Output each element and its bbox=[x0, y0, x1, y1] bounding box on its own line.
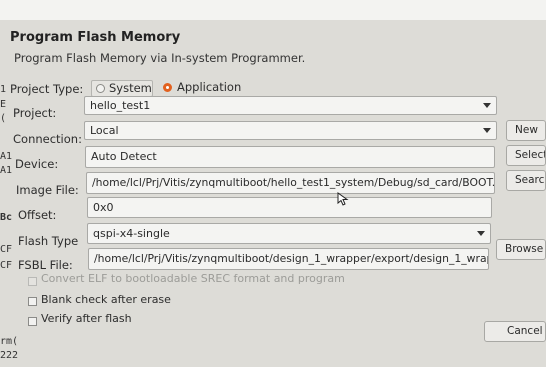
device-label: Device: bbox=[15, 157, 59, 171]
fsbl-file-label: FSBL File: bbox=[18, 258, 73, 272]
blank-check-checkbox[interactable] bbox=[28, 297, 37, 306]
background-fragment: A1 bbox=[0, 165, 13, 176]
flash-type-value: qspi-x4-single bbox=[93, 227, 170, 240]
dialog-title: Program Flash Memory bbox=[10, 30, 181, 45]
mouse-cursor-icon bbox=[337, 192, 349, 206]
dialog-subtitle: Program Flash Memory via In-system Progr… bbox=[14, 51, 306, 65]
background-fragment: 222 bbox=[0, 350, 19, 361]
chevron-down-icon bbox=[477, 231, 485, 236]
offset-label: Offset: bbox=[18, 208, 57, 222]
project-combo[interactable]: hello_test1 bbox=[84, 96, 497, 115]
radio-application-label[interactable]: Application bbox=[177, 80, 241, 94]
background-fragment: CF bbox=[0, 244, 13, 255]
background-fragment: 1 bbox=[0, 84, 7, 95]
convert-elf-checkbox[interactable] bbox=[28, 277, 37, 286]
flash-type-combo[interactable]: qspi-x4-single bbox=[87, 223, 491, 244]
radio-system-label[interactable]: System bbox=[109, 81, 152, 95]
device-field[interactable]: Auto Detect bbox=[85, 146, 495, 168]
cancel-button[interactable]: Cancel bbox=[484, 321, 546, 342]
project-label: Project: bbox=[13, 106, 57, 120]
project-value: hello_test1 bbox=[90, 99, 151, 112]
new-connection-button[interactable]: New bbox=[506, 120, 546, 141]
background-fragment: A1 bbox=[0, 151, 13, 162]
radio-application[interactable] bbox=[163, 83, 172, 92]
flash-type-label: Flash Type bbox=[18, 234, 79, 248]
background-fragment: E bbox=[0, 99, 7, 110]
background-fragment: Bc bbox=[0, 212, 13, 223]
top-bar bbox=[0, 0, 546, 20]
chevron-down-icon bbox=[483, 103, 491, 108]
project-type-label: Project Type: bbox=[10, 82, 84, 96]
background-fragment: ( bbox=[0, 113, 7, 124]
background-fragment: rm( bbox=[0, 336, 19, 347]
image-file-field[interactable]: /home/lcl/Prj/Vitis/zynqmultiboot/hello_… bbox=[86, 172, 495, 194]
blank-check-label: Blank check after erase bbox=[41, 293, 171, 306]
offset-field[interactable]: 0x0 bbox=[87, 197, 492, 218]
search-image-button[interactable]: Search bbox=[506, 170, 546, 191]
select-device-button[interactable]: Select bbox=[506, 145, 546, 166]
convert-elf-label: Convert ELF to bootloadable SREC format … bbox=[41, 272, 345, 285]
image-file-label: Image File: bbox=[16, 183, 79, 197]
connection-value: Local bbox=[90, 124, 119, 137]
verify-checkbox[interactable] bbox=[28, 317, 37, 326]
connection-combo[interactable]: Local bbox=[84, 121, 497, 140]
fsbl-file-field[interactable]: /home/lcl/Prj/Vitis/zynqmultiboot/design… bbox=[88, 248, 489, 270]
chevron-down-icon bbox=[483, 128, 491, 133]
browse-fsbl-button[interactable]: Browse bbox=[496, 239, 546, 260]
verify-label: Verify after flash bbox=[41, 312, 132, 325]
connection-label: Connection: bbox=[13, 132, 82, 146]
radio-system[interactable] bbox=[96, 84, 105, 93]
background-fragment: CF bbox=[0, 260, 13, 271]
